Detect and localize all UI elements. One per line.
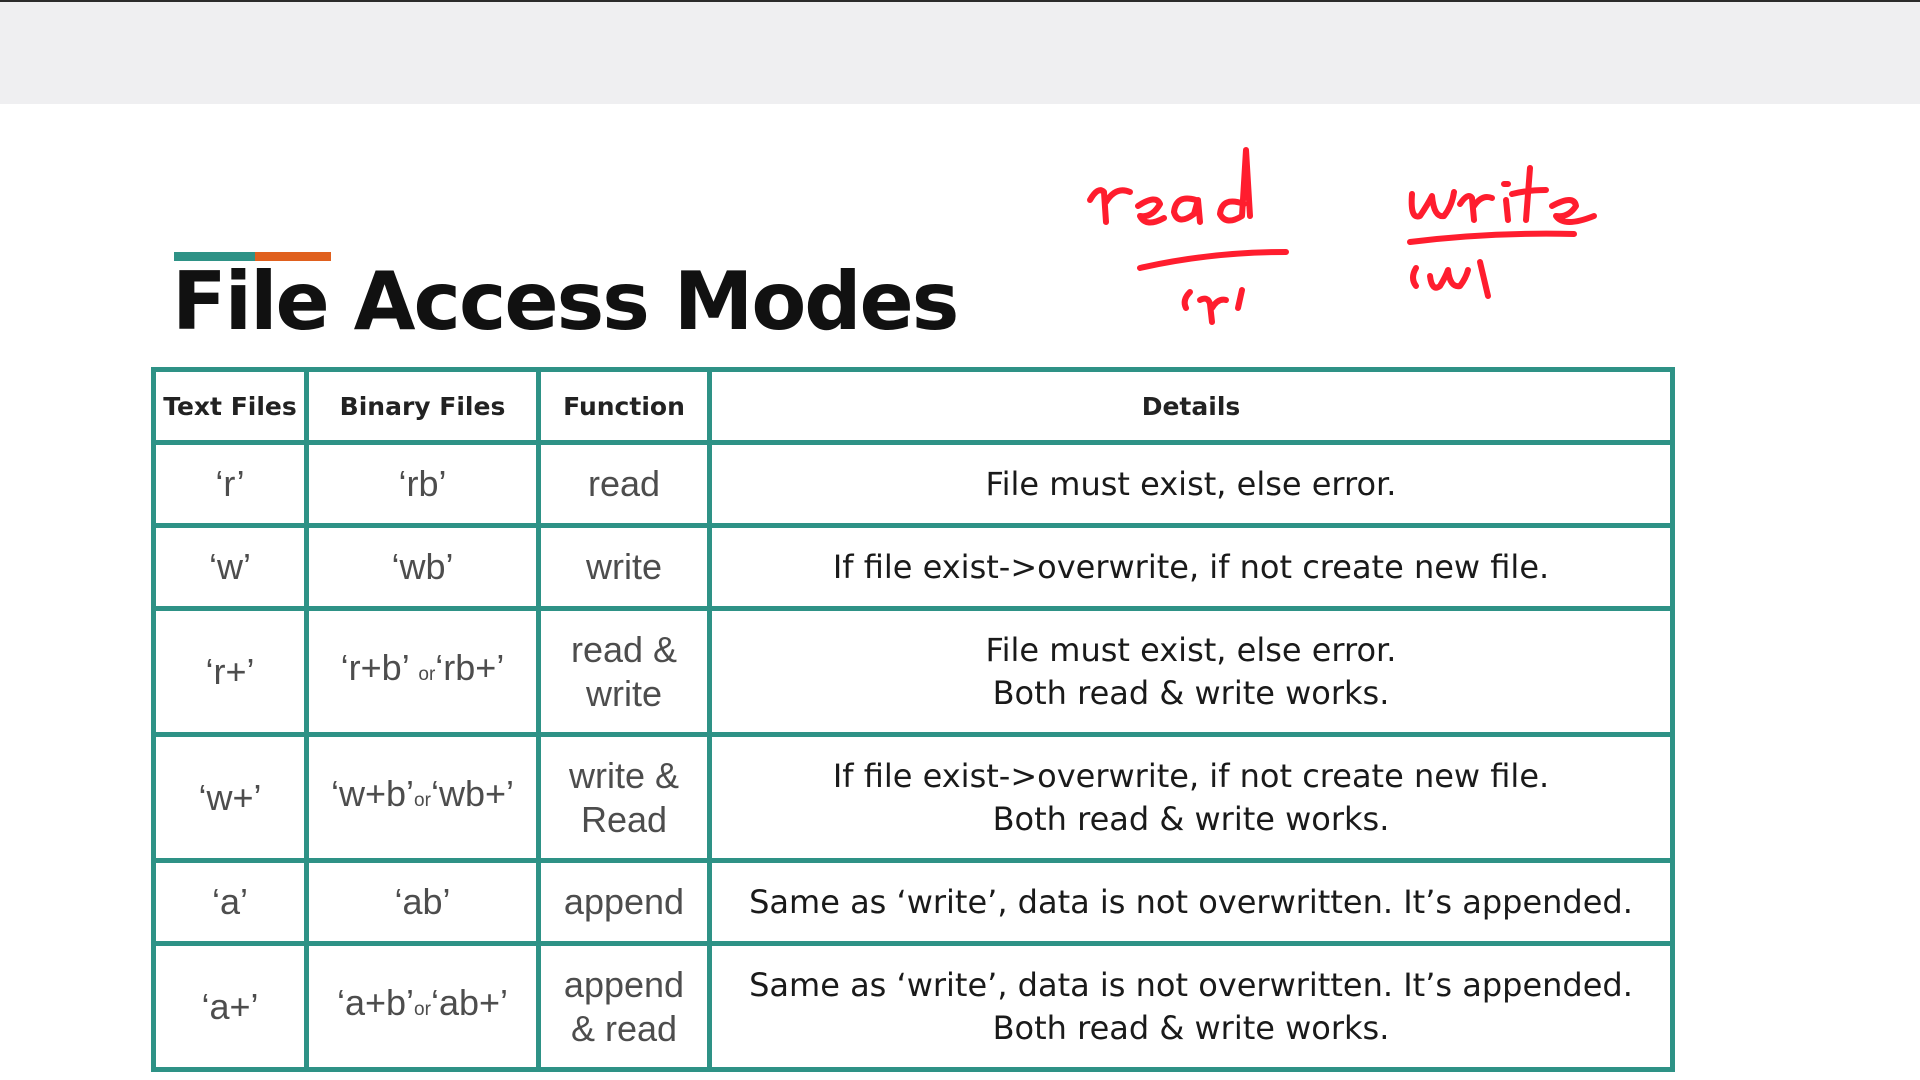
function-line: write (585, 672, 662, 714)
details-cell: If file exist->overwrite, if not create … (707, 732, 1675, 863)
page-title: File Access Modes (172, 255, 959, 348)
details-cell: Same as ‘write’, data is not overwritten… (707, 858, 1675, 946)
binary-mode: ‘ab’ (394, 881, 451, 922)
table-row: ‘w’ ‘wb’ write If file exist->overwrite,… (151, 523, 1675, 611)
binary-mode-alt: ‘wb+’ (430, 773, 514, 814)
details-line: File must exist, else error. (985, 630, 1397, 669)
binary-mode-cell: ‘r+b’ or‘rb+’ (304, 606, 541, 737)
binary-mode: ‘rb’ (398, 463, 447, 504)
header-details: Details (707, 367, 1675, 445)
details-line: Both read & write works. (992, 799, 1390, 838)
details-line: File must exist, else error. (985, 464, 1397, 503)
top-bar (0, 0, 1920, 104)
function-cell: write (536, 523, 712, 611)
binary-mode-cell: ‘wb’ (304, 523, 541, 611)
binary-mode-cell: ‘a+b’or‘ab+’ (304, 941, 541, 1072)
details-cell: If file exist->overwrite, if not create … (707, 523, 1675, 611)
binary-mode-cell: ‘w+b’or‘wb+’ (304, 732, 541, 863)
text-mode-cell: ‘w’ (151, 523, 309, 611)
header-text-files: Text Files (151, 367, 309, 445)
details-line: Same as ‘write’, data is not overwritten… (749, 882, 1633, 921)
table-row: ‘a’ ‘ab’ append Same as ‘write’, data is… (151, 858, 1675, 946)
table-row: ‘r’ ‘rb’ read File must exist, else erro… (151, 440, 1675, 528)
details-line: If file exist->overwrite, if not create … (832, 547, 1550, 586)
function-cell: append (536, 858, 712, 946)
binary-mode: ‘a+b’ (336, 982, 415, 1023)
details-cell: File must exist, else error. Both read & … (707, 606, 1675, 737)
details-line: Both read & write works. (992, 673, 1390, 712)
binary-mode-cell: ‘ab’ (304, 858, 541, 946)
details-line: Same as ‘write’, data is not overwritten… (749, 965, 1633, 1004)
text-mode-cell: ‘r+’ (151, 606, 309, 737)
function-line: append (563, 881, 685, 922)
file-access-modes-table: Text Files Binary Files Function Details… (151, 367, 1675, 1072)
binary-mode-alt: ‘ab+’ (430, 982, 509, 1023)
function-cell: read (536, 440, 712, 528)
text-mode-cell: ‘w+’ (151, 732, 309, 863)
binary-mode: ‘w+b’ (331, 773, 415, 814)
annotation-read (1087, 147, 1289, 325)
binary-mode: ‘r+b’ (340, 647, 409, 688)
details-cell: Same as ‘write’, data is not overwritten… (707, 941, 1675, 1072)
text-mode-cell: ‘r’ (151, 440, 309, 528)
handwritten-annotations (1087, 147, 1597, 325)
table-row: ‘r+’ ‘r+b’ or‘rb+’ read & write File must… (151, 606, 1675, 737)
function-line: Read (580, 798, 668, 840)
annotation-write (1407, 165, 1597, 299)
table-row: ‘w+’ ‘w+b’or‘wb+’ write & Read If file ex… (151, 732, 1675, 863)
details-line: If file exist->overwrite, if not create … (832, 756, 1550, 795)
function-cell: write & Read (536, 732, 712, 863)
binary-mode: ‘wb’ (391, 546, 454, 587)
function-line: read (587, 463, 661, 504)
header-function: Function (536, 367, 712, 445)
function-line: write & (568, 754, 680, 796)
text-mode-cell: ‘a’ (151, 858, 309, 946)
table-row: ‘a+’ ‘a+b’or‘ab+’ append & read Same as ‘… (151, 941, 1675, 1072)
function-cell: read & write (536, 606, 712, 737)
binary-mode-cell: ‘rb’ (304, 440, 541, 528)
binary-mode-or: or (414, 999, 431, 1020)
text-mode-cell: ‘a+’ (151, 941, 309, 1072)
function-line: append (563, 963, 685, 1005)
binary-mode-or: or (414, 790, 431, 811)
function-cell: append & read (536, 941, 712, 1072)
function-line: read & (570, 628, 678, 670)
table-header-row: Text Files Binary Files Function Details (151, 367, 1675, 445)
function-line: & read (570, 1007, 678, 1049)
header-binary-files: Binary Files (304, 367, 541, 445)
binary-mode-alt: ‘rb+’ (435, 647, 505, 688)
binary-mode-or: or (418, 664, 436, 685)
details-line: Both read & write works. (992, 1008, 1390, 1047)
details-cell: File must exist, else error. (707, 440, 1675, 528)
function-line: write (585, 546, 662, 587)
